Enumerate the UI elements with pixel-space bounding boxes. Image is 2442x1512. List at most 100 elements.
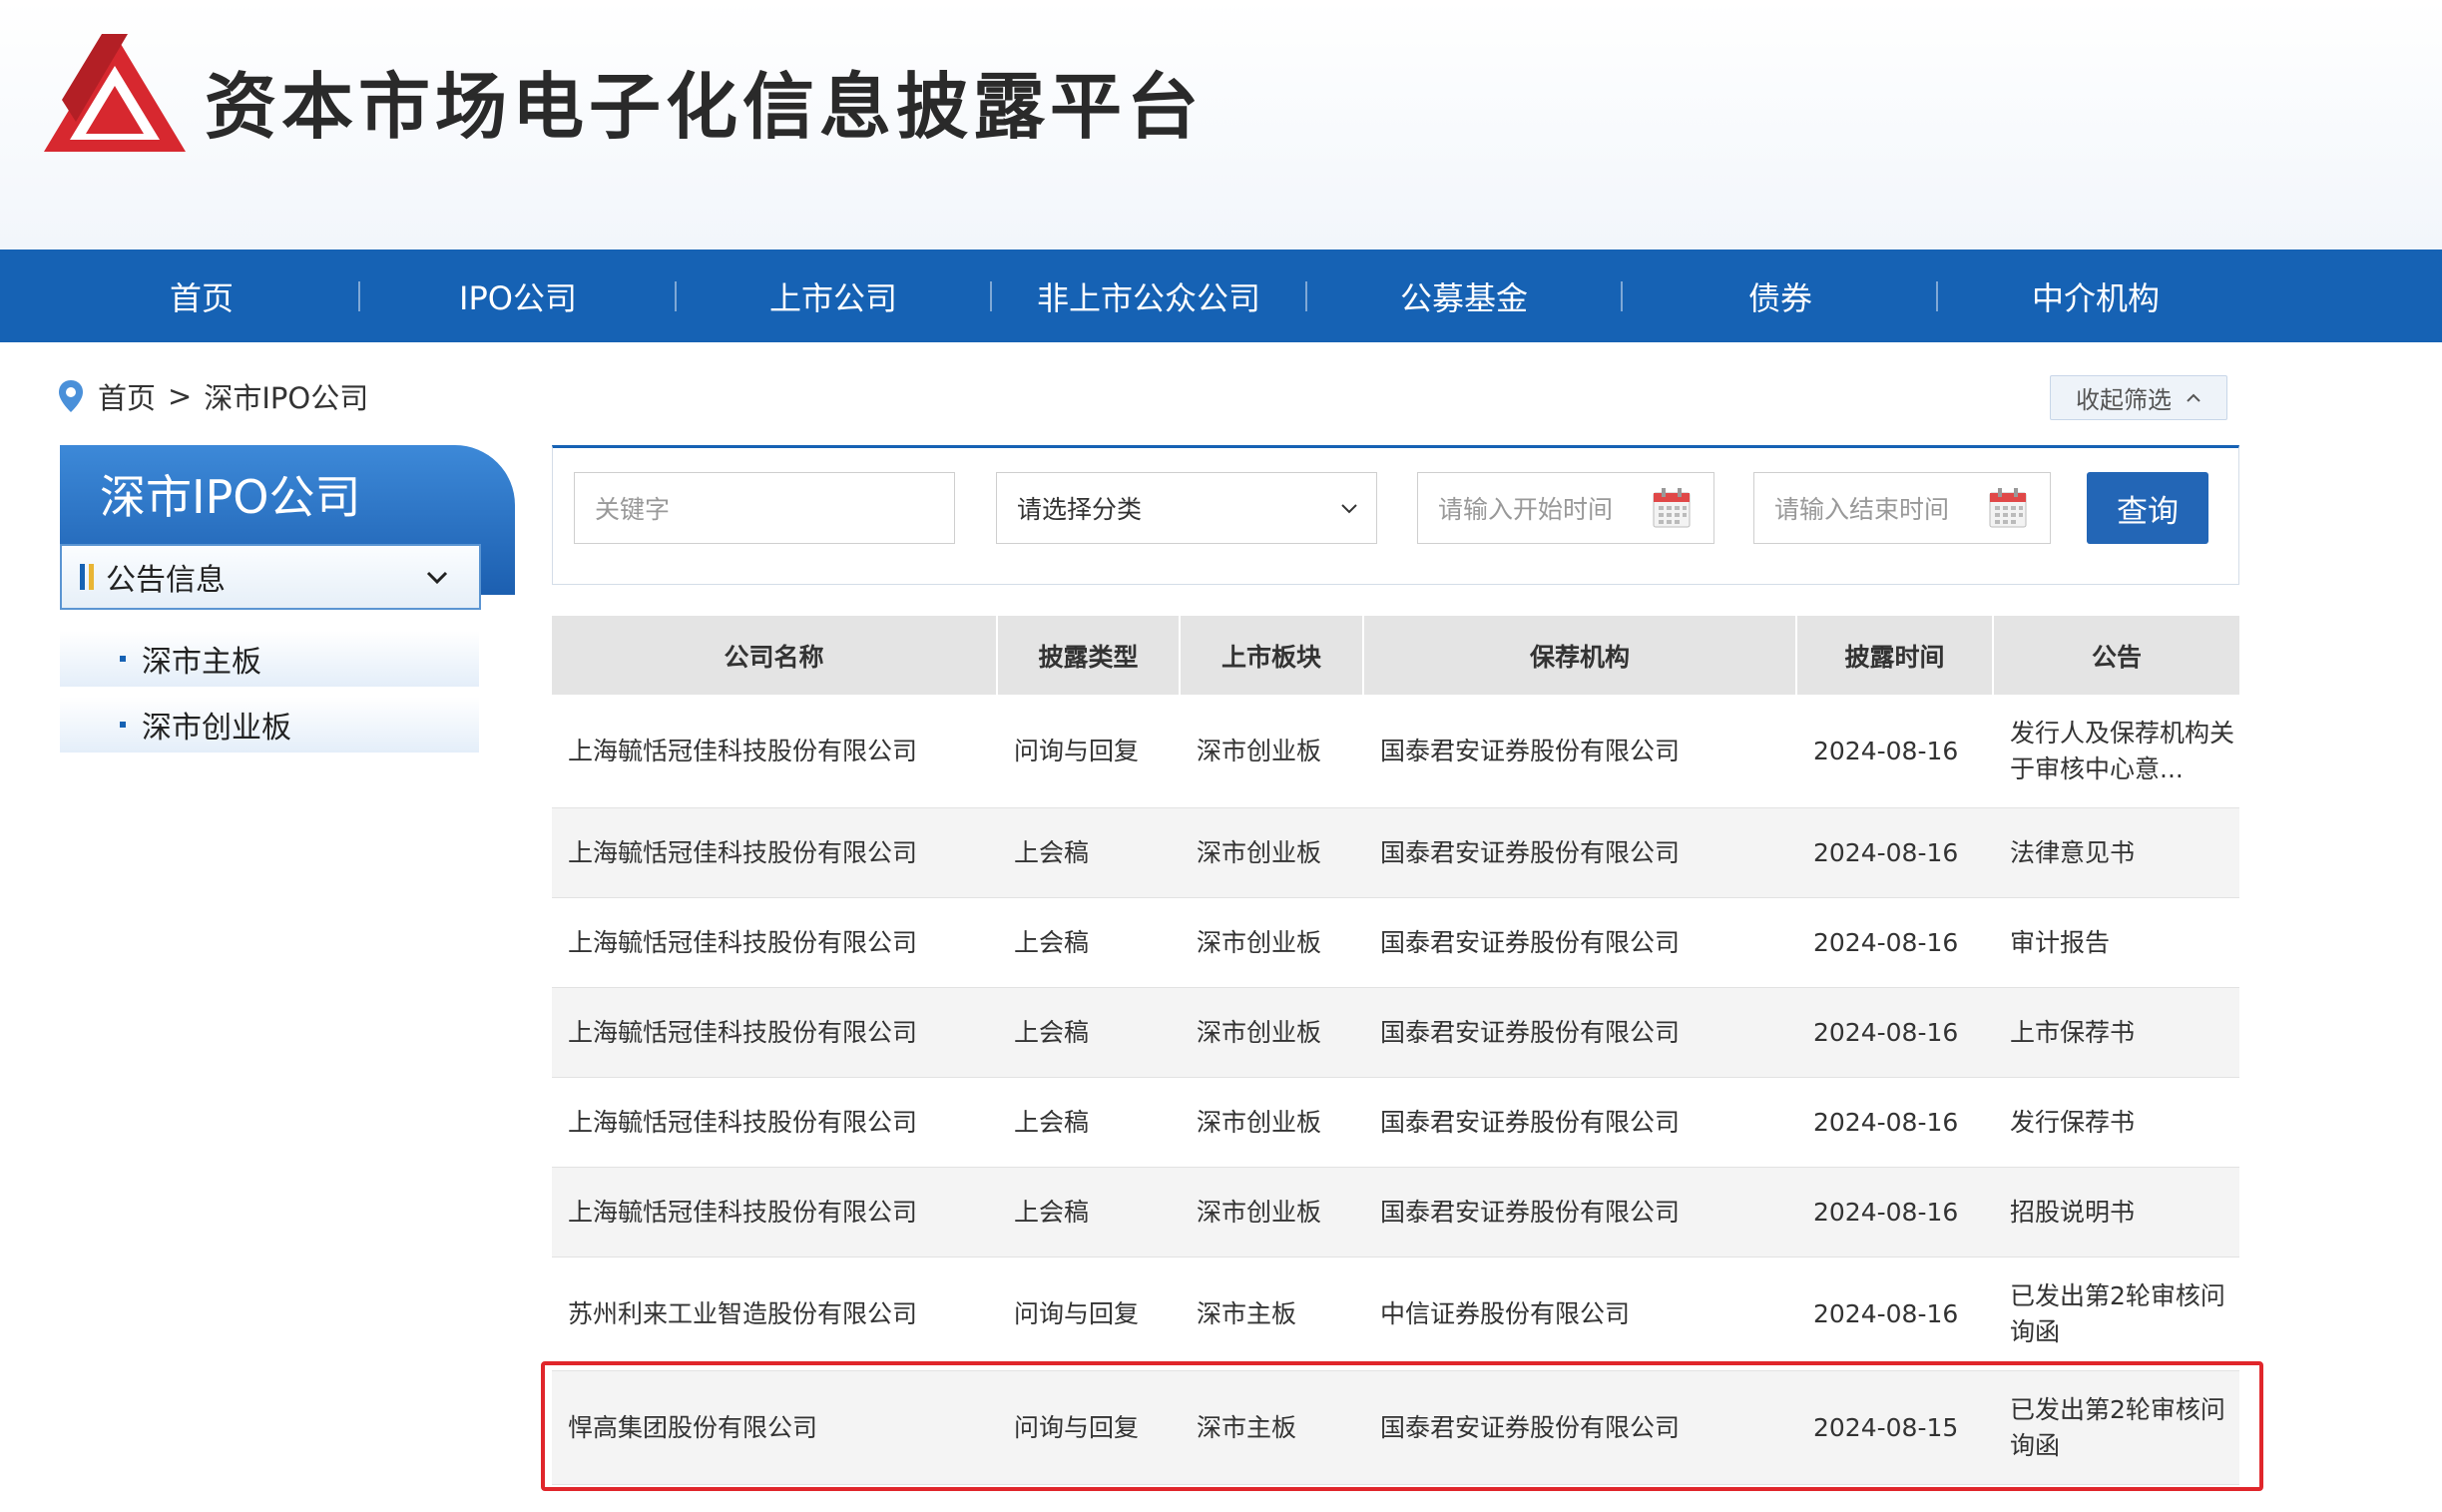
- cell-company: 悍高集团股份有限公司: [568, 1412, 818, 1442]
- filter-panel: 关键字 请选择分类 请输入开始时间 请输入结束时间 查询: [552, 445, 2239, 585]
- calendar-icon[interactable]: [1652, 487, 1692, 529]
- column-header-sponsor: 保荐机构: [1364, 616, 1797, 695]
- cell-type: 问询与回复: [1014, 736, 1140, 765]
- announcement-link[interactable]: 法律意见书: [1994, 808, 2239, 897]
- collapse-filter-label: 收起筛选: [2076, 386, 2172, 414]
- nav-item-listed-companies[interactable]: 上市公司: [675, 250, 992, 342]
- cell-type: 上会稿: [1014, 837, 1090, 867]
- end-date-input[interactable]: 请输入结束时间: [1753, 472, 2051, 544]
- announcement-link[interactable]: 发行人及保荐机构关于审核中心意...: [1994, 695, 2239, 807]
- table-header: 公司名称 披露类型 上市板块 保荐机构 披露时间 公告: [552, 616, 2239, 695]
- cell-date: 2024-08-16: [1813, 736, 1959, 765]
- cell-date: 2024-08-15: [1813, 1412, 1959, 1442]
- chevron-down-icon: [426, 571, 448, 585]
- cell-board: 深市主板: [1197, 1298, 1297, 1328]
- cell-board: 深市创业板: [1197, 1017, 1322, 1047]
- site-logo-icon[interactable]: [40, 30, 190, 158]
- cell-board: 深市创业板: [1197, 837, 1322, 867]
- breadcrumb: 首页 > 深市IPO公司: [58, 375, 368, 417]
- cell-board: 深市创业板: [1197, 927, 1322, 957]
- cell-date: 2024-08-16: [1813, 1017, 1959, 1047]
- cell-company: 苏州利来工业智造股份有限公司: [568, 1298, 918, 1328]
- column-header-board: 上市板块: [1181, 616, 1364, 695]
- section-marker-icon: [80, 564, 94, 590]
- cell-company: 上海毓恬冠佳科技股份有限公司: [568, 1107, 918, 1137]
- cell-sponsor: 国泰君安证券股份有限公司: [1380, 927, 1681, 957]
- cell-type: 问询与回复: [1014, 1412, 1140, 1442]
- nav-item-bonds[interactable]: 债券: [1622, 250, 1939, 342]
- sidebar-item-label: 深市主板: [142, 645, 261, 680]
- cell-date: 2024-08-16: [1813, 927, 1959, 957]
- nav-item-non-listed-public[interactable]: 非上市公众公司: [990, 250, 1307, 342]
- collapse-filter-button[interactable]: 收起筛选: [2050, 375, 2227, 420]
- cell-type: 上会稿: [1014, 1107, 1090, 1137]
- table-row[interactable]: 苏州利来工业智造股份有限公司 问询与回复 深市主板 中信证券股份有限公司 202…: [552, 1258, 2239, 1371]
- announcement-link[interactable]: 已发出第2轮审核问询函: [1994, 1258, 2239, 1370]
- cell-sponsor: 国泰君安证券股份有限公司: [1380, 736, 1681, 765]
- nav-item-ipo[interactable]: IPO公司: [359, 250, 677, 342]
- cell-type: 问询与回复: [1014, 1298, 1140, 1328]
- breadcrumb-current: 深市IPO公司: [204, 381, 369, 415]
- cell-company: 上海毓恬冠佳科技股份有限公司: [568, 927, 918, 957]
- calendar-icon[interactable]: [1988, 487, 2028, 529]
- column-header-type: 披露类型: [998, 616, 1181, 695]
- table-row[interactable]: 上海毓恬冠佳科技股份有限公司 上会稿 深市创业板 国泰君安证券股份有限公司 20…: [552, 1078, 2239, 1168]
- cell-sponsor: 国泰君安证券股份有限公司: [1380, 1412, 1681, 1442]
- location-pin-icon: [59, 380, 83, 412]
- cell-type: 上会稿: [1014, 927, 1090, 957]
- sidebar-item-sz-chinext[interactable]: 深市创业板: [60, 697, 479, 753]
- announcement-link[interactable]: 审计报告: [1994, 898, 2239, 987]
- bullet-icon: [120, 656, 126, 662]
- disclosure-table: 公司名称 披露类型 上市板块 保荐机构 披露时间 公告 上海毓恬冠佳科技股份有限…: [552, 616, 2239, 1485]
- start-date-placeholder: 请输入开始时间: [1438, 495, 1614, 524]
- category-select[interactable]: 请选择分类: [996, 472, 1377, 544]
- cell-board: 深市创业板: [1197, 1107, 1322, 1137]
- table-row[interactable]: 悍高集团股份有限公司 问询与回复 深市主板 国泰君安证券股份有限公司 2024-…: [552, 1371, 2239, 1485]
- start-date-input[interactable]: 请输入开始时间: [1417, 472, 1714, 544]
- cell-date: 2024-08-16: [1813, 1298, 1959, 1328]
- cell-company: 上海毓恬冠佳科技股份有限公司: [568, 736, 918, 765]
- cell-sponsor: 国泰君安证券股份有限公司: [1380, 1017, 1681, 1047]
- cell-sponsor: 国泰君安证券股份有限公司: [1380, 1197, 1681, 1227]
- keyword-input[interactable]: 关键字: [574, 472, 955, 544]
- announcement-link[interactable]: 招股说明书: [1994, 1168, 2239, 1257]
- column-header-date: 披露时间: [1797, 616, 1994, 695]
- table-row[interactable]: 上海毓恬冠佳科技股份有限公司 问询与回复 深市创业板 国泰君安证券股份有限公司 …: [552, 695, 2239, 808]
- cell-date: 2024-08-16: [1813, 1197, 1959, 1227]
- announcement-link[interactable]: 已发出第2轮审核问询函: [1994, 1371, 2239, 1484]
- table-row[interactable]: 上海毓恬冠佳科技股份有限公司 上会稿 深市创业板 国泰君安证券股份有限公司 20…: [552, 1168, 2239, 1258]
- column-header-announcement: 公告: [2091, 642, 2142, 672]
- sidebar-item-sz-main-board[interactable]: 深市主板: [60, 631, 479, 687]
- cell-type: 上会稿: [1014, 1197, 1090, 1227]
- nav-item-public-funds[interactable]: 公募基金: [1305, 250, 1623, 342]
- cell-type: 上会稿: [1014, 1017, 1090, 1047]
- announcement-link[interactable]: 上市保荐书: [1994, 988, 2239, 1077]
- sidebar-item-label: 深市创业板: [142, 711, 291, 746]
- cell-date: 2024-08-16: [1813, 1107, 1959, 1137]
- cell-sponsor: 国泰君安证券股份有限公司: [1380, 837, 1681, 867]
- nav-item-intermediaries[interactable]: 中介机构: [1937, 250, 2254, 342]
- table-row[interactable]: 上海毓恬冠佳科技股份有限公司 上会稿 深市创业板 国泰君安证券股份有限公司 20…: [552, 898, 2239, 988]
- table-row[interactable]: 上海毓恬冠佳科技股份有限公司 上会稿 深市创业板 国泰君安证券股份有限公司 20…: [552, 808, 2239, 898]
- query-button[interactable]: 查询: [2087, 472, 2208, 544]
- announcement-link[interactable]: 发行保荐书: [1994, 1078, 2239, 1167]
- end-date-placeholder: 请输入结束时间: [1774, 495, 1950, 524]
- sidebar-group-label: 公告信息: [106, 563, 226, 598]
- cell-company: 上海毓恬冠佳科技股份有限公司: [568, 837, 918, 867]
- site-header: 资本市场电子化信息披露平台: [0, 0, 2442, 250]
- cell-date: 2024-08-16: [1813, 837, 1959, 867]
- cell-company: 上海毓恬冠佳科技股份有限公司: [568, 1197, 918, 1227]
- breadcrumb-home-link[interactable]: 首页: [98, 375, 156, 417]
- breadcrumb-separator: >: [168, 379, 193, 413]
- cell-board: 深市创业板: [1197, 1197, 1322, 1227]
- cell-board: 深市主板: [1197, 1412, 1297, 1442]
- cell-board: 深市创业板: [1197, 736, 1322, 765]
- chevron-up-icon: [2187, 393, 2200, 402]
- cell-sponsor: 国泰君安证券股份有限公司: [1380, 1107, 1681, 1137]
- cell-sponsor: 中信证券股份有限公司: [1380, 1298, 1631, 1328]
- sidebar-group-announcements[interactable]: 公告信息: [60, 544, 481, 610]
- nav-item-home[interactable]: 首页: [43, 250, 360, 342]
- table-row[interactable]: 上海毓恬冠佳科技股份有限公司 上会稿 深市创业板 国泰君安证券股份有限公司 20…: [552, 988, 2239, 1078]
- bullet-icon: [120, 722, 126, 728]
- category-select-value: 请选择分类: [1017, 495, 1143, 524]
